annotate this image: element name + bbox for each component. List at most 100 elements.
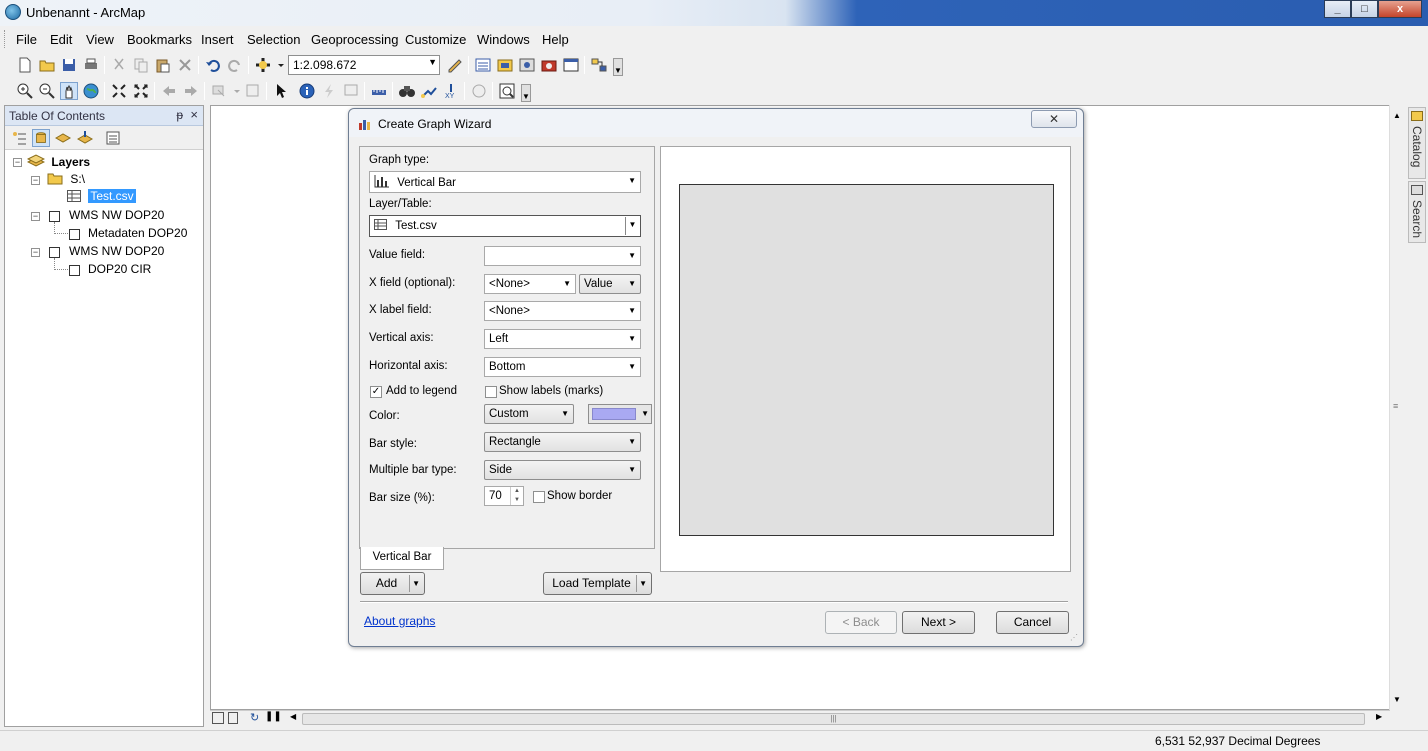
layer-table-dropdown[interactable]: Test.csv ▼ [369, 215, 641, 237]
bar-size-stepper[interactable]: 70 ▲ ▼ [484, 486, 524, 506]
menu-selection[interactable]: Selection [247, 32, 300, 47]
toc-sublayer-metadaten[interactable]: Metadaten DOP20 [88, 226, 187, 240]
next-button[interactable]: Next > [902, 611, 975, 634]
list-by-source-icon[interactable] [32, 129, 50, 147]
layer-visibility-checkbox[interactable] [49, 247, 60, 258]
identify-icon[interactable] [298, 82, 316, 100]
menu-insert[interactable]: Insert [201, 32, 234, 47]
toolbar-overflow-icon[interactable]: ▼ [521, 84, 531, 102]
map-horizontal-scrollbar[interactable]: ↻ ❚❚ ◀ ||| ▶ [210, 710, 1390, 726]
map-scale-combo[interactable]: 1:2.098.672 ▼ [288, 55, 440, 75]
toc-layer-wms-1[interactable]: WMS NW DOP20 [69, 208, 164, 222]
resize-grip-icon[interactable]: ⋰ [1070, 633, 1080, 643]
list-by-visibility-icon[interactable] [54, 129, 72, 147]
time-slider-icon[interactable] [470, 82, 488, 100]
find-route-icon[interactable] [420, 82, 438, 100]
list-by-drawing-order-icon[interactable] [10, 129, 28, 147]
select-dropdown-icon[interactable] [228, 82, 240, 100]
stepper-arrows-icon[interactable]: ▲ ▼ [510, 487, 523, 505]
save-icon[interactable] [60, 56, 78, 74]
new-document-icon[interactable] [16, 56, 34, 74]
menu-customize[interactable]: Customize [405, 32, 466, 47]
x-label-field-dropdown[interactable]: <None> ▼ [484, 301, 641, 321]
dialog-titlebar[interactable]: Create Graph Wizard ✕ [349, 109, 1083, 137]
catalog-dock-tab[interactable]: Catalog [1408, 107, 1426, 179]
tab-vertical-bar[interactable]: Vertical Bar [360, 547, 444, 570]
cut-icon[interactable] [110, 56, 128, 74]
pan-hand-icon[interactable] [60, 82, 78, 100]
forward-extent-icon[interactable] [182, 82, 200, 100]
menu-windows[interactable]: Windows [477, 32, 530, 47]
list-by-selection-icon[interactable] [76, 129, 94, 147]
add-to-legend-checkbox[interactable]: ✓ [370, 386, 382, 398]
back-button[interactable]: < Back [825, 611, 897, 634]
cancel-button[interactable]: Cancel [996, 611, 1069, 634]
fixed-zoom-in-icon[interactable] [110, 82, 128, 100]
editor-toolbar-icon[interactable] [446, 56, 464, 74]
layout-view-icon[interactable] [228, 712, 238, 724]
zoom-out-icon[interactable] [38, 82, 56, 100]
bar-style-dropdown[interactable]: Rectangle ▼ [484, 432, 641, 452]
select-elements-arrow-icon[interactable] [272, 82, 290, 100]
scroll-left-icon[interactable]: ◀ [290, 712, 296, 721]
python-window-icon[interactable] [562, 56, 580, 74]
fixed-zoom-out-icon[interactable] [132, 82, 150, 100]
menu-bookmarks[interactable]: Bookmarks [127, 32, 192, 47]
catalog-window-icon[interactable] [496, 56, 514, 74]
clear-selection-icon[interactable] [244, 82, 262, 100]
full-extent-globe-icon[interactable] [82, 82, 100, 100]
multiple-bar-type-dropdown[interactable]: Side ▼ [484, 460, 641, 480]
dialog-close-button[interactable]: ✕ [1031, 110, 1077, 128]
find-binoculars-icon[interactable] [398, 82, 416, 100]
create-viewer-window-icon[interactable] [498, 82, 516, 100]
horizontal-axis-dropdown[interactable]: Bottom ▼ [484, 357, 641, 377]
load-template-button[interactable]: Load Template ▼ [543, 572, 652, 595]
pause-drawing-icon[interactable]: ❚❚ [265, 711, 282, 722]
collapse-icon[interactable]: − [13, 158, 22, 167]
print-icon[interactable] [82, 56, 100, 74]
x-field-dropdown[interactable]: <None> ▼ [484, 274, 576, 294]
measure-ruler-icon[interactable] [370, 82, 388, 100]
horizontal-scroll-thumb[interactable]: ||| [302, 713, 1365, 725]
toc-table-test-csv[interactable]: Test.csv [67, 189, 136, 205]
html-popup-icon[interactable] [342, 82, 360, 100]
pin-icon[interactable]: ᵽ [176, 108, 183, 122]
menu-file[interactable]: File [16, 32, 37, 47]
close-window-button[interactable]: x [1378, 0, 1422, 18]
add-data-dropdown-icon[interactable] [272, 56, 284, 74]
toc-sublayer-cir[interactable]: DOP20 CIR [88, 262, 151, 276]
add-data-icon[interactable] [254, 56, 272, 74]
color-swatch-picker[interactable]: ▼ [588, 404, 652, 424]
go-to-xy-icon[interactable]: XY [442, 82, 460, 100]
sublayer-visibility-checkbox[interactable] [69, 229, 80, 240]
collapse-icon[interactable]: − [31, 176, 40, 185]
arctoolbox-icon[interactable] [540, 56, 558, 74]
toc-options-icon[interactable] [104, 129, 122, 147]
color-mode-dropdown[interactable]: Custom ▼ [484, 404, 574, 424]
refresh-icon[interactable]: ↻ [250, 711, 259, 724]
toolbar-grip[interactable] [4, 30, 7, 48]
minimize-button[interactable]: _ [1324, 0, 1351, 18]
search-window-icon[interactable] [518, 56, 536, 74]
show-border-checkbox[interactable] [533, 491, 545, 503]
vertical-axis-dropdown[interactable]: Left ▼ [484, 329, 641, 349]
select-features-icon[interactable] [210, 82, 228, 100]
scroll-up-icon[interactable]: ▲ [1393, 111, 1401, 120]
open-folder-icon[interactable] [38, 56, 56, 74]
toc-layer-wms-2[interactable]: WMS NW DOP20 [69, 244, 164, 258]
delete-icon[interactable] [176, 56, 194, 74]
layer-visibility-checkbox[interactable] [49, 211, 60, 222]
table-of-contents-icon[interactable] [474, 56, 492, 74]
toc-folder-s[interactable]: S:\ [47, 172, 85, 188]
menu-help[interactable]: Help [542, 32, 569, 47]
modelbuilder-icon[interactable] [590, 56, 608, 74]
map-vertical-scrollbar[interactable]: ▲ ≡ ▼ [1389, 105, 1405, 710]
menu-geoprocessing[interactable]: Geoprocessing [311, 32, 398, 47]
show-labels-checkbox[interactable] [485, 386, 497, 398]
graph-type-dropdown[interactable]: Vertical Bar ▼ [369, 171, 641, 193]
hyperlink-lightning-icon[interactable] [320, 82, 338, 100]
collapse-icon[interactable]: − [31, 212, 40, 221]
maximize-button[interactable]: □ [1351, 0, 1378, 18]
copy-icon[interactable] [132, 56, 150, 74]
menu-edit[interactable]: Edit [50, 32, 72, 47]
